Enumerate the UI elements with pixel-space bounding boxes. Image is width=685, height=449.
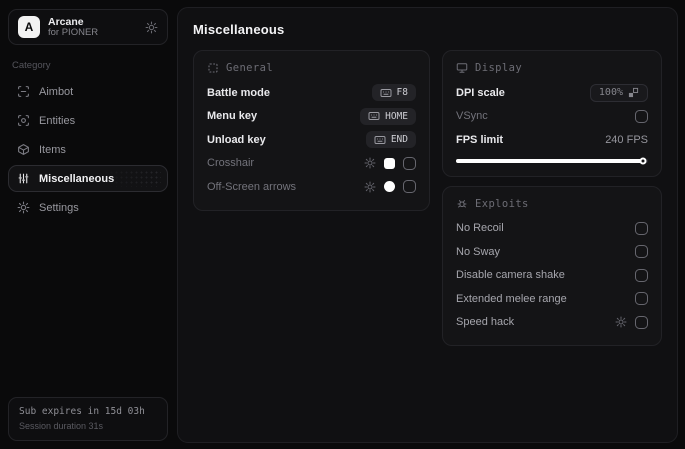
bug-icon (456, 198, 468, 210)
dpi-scale-label: DPI scale (456, 86, 505, 99)
box-select-icon (207, 62, 219, 74)
fps-limit-slider[interactable] (456, 157, 648, 164)
sidebar-item-label: Aimbot (39, 85, 74, 98)
sliders-icon (17, 172, 30, 185)
entity-scan-icon (17, 114, 30, 127)
main-panel: Miscellaneous General Battle mode F8 Men… (177, 7, 678, 443)
brand-card: A Arcane for PIONER (8, 9, 168, 45)
package-icon (17, 143, 30, 156)
scale-icon (628, 87, 639, 98)
brand-subtitle: for PIONER (48, 26, 99, 38)
display-card: Display DPI scale 100% VSync FPS limit 2… (442, 50, 662, 177)
fps-limit-label: FPS limit (456, 133, 504, 146)
extended-melee-range-checkbox[interactable] (635, 292, 648, 306)
menu-key-label: Menu key (207, 110, 258, 123)
crosshair-checkbox[interactable] (403, 156, 416, 170)
sidebar-item-label: Miscellaneous (39, 172, 115, 185)
speed-hack-settings-gear-icon[interactable] (615, 316, 627, 328)
crosshair-settings-gear-icon[interactable] (364, 157, 376, 169)
general-card: General Battle mode F8 Menu key HOME Unl… (193, 50, 430, 211)
sidebar-item-label: Entities (39, 114, 76, 127)
dpi-scale-row: DPI scale 100% (456, 81, 648, 105)
sidebar-item-entities[interactable]: Entities (8, 107, 168, 134)
dpi-scale-chip[interactable]: 100% (589, 83, 648, 102)
keyboard-icon (368, 111, 380, 121)
gear-icon[interactable] (145, 21, 158, 34)
crosshair-label: Crosshair (207, 157, 255, 170)
scan-icon (17, 85, 30, 98)
unload-key-label: Unload key (207, 133, 266, 146)
crosshair-row: Crosshair (207, 152, 416, 176)
no-recoil-label: No Recoil (456, 222, 504, 235)
fps-limit-row: FPS limit 240 FPS (456, 128, 648, 152)
crosshair-color-swatch[interactable] (384, 157, 395, 169)
sidebar-item-label: Items (39, 143, 66, 156)
battle-mode-keybind[interactable]: F8 (371, 84, 416, 102)
disable-camera-shake-label: Disable camera shake (456, 269, 565, 282)
category-label: Category (12, 60, 51, 71)
offscreen-arrows-row: Off-Screen arrows (207, 175, 416, 199)
sidebar: A Arcane for PIONER Category Aimbot Enti… (0, 0, 176, 449)
offscreen-arrows-label: Off-Screen arrows (207, 180, 297, 193)
no-recoil-checkbox[interactable] (635, 221, 648, 235)
sidebar-item-aimbot[interactable]: Aimbot (8, 78, 168, 105)
menu-key-row: Menu key HOME (207, 105, 416, 129)
exploits-card: Exploits No Recoil No Sway Disable camer… (442, 185, 662, 346)
keyboard-icon (380, 88, 392, 98)
unload-key-keybind[interactable]: END (365, 131, 416, 149)
subscription-status-card: Sub expires in 15d 03h Session duration … (8, 397, 168, 441)
general-card-title: General (226, 62, 274, 74)
page-title: Miscellaneous (193, 22, 285, 37)
speed-hack-row: Speed hack (456, 311, 648, 335)
exploits-card-title: Exploits (475, 197, 529, 210)
vsync-label: VSync (456, 110, 488, 123)
unload-key-row: Unload key END (207, 128, 416, 152)
disable-camera-shake-checkbox[interactable] (635, 268, 648, 282)
offscreen-arrows-checkbox[interactable] (403, 180, 416, 194)
session-duration-text: Session duration 31s (19, 420, 104, 431)
sidebar-item-miscellaneous[interactable]: Miscellaneous (8, 165, 168, 192)
sidebar-item-settings[interactable]: Settings (8, 194, 168, 221)
brand-name: Arcane (48, 15, 84, 28)
vsync-row: VSync (456, 105, 648, 129)
vsync-checkbox[interactable] (635, 109, 648, 123)
keyboard-icon (374, 135, 386, 145)
sidebar-item-label: Settings (39, 201, 79, 214)
category-nav: Aimbot Entities Items Miscellaneous Sett… (8, 78, 168, 221)
no-recoil-row: No Recoil (456, 217, 648, 241)
extended-melee-range-label: Extended melee range (456, 292, 567, 305)
no-sway-row: No Sway (456, 240, 648, 264)
speed-hack-checkbox[interactable] (635, 315, 648, 329)
battle-mode-row: Battle mode F8 (207, 81, 416, 105)
no-sway-checkbox[interactable] (635, 245, 648, 259)
offscreen-arrows-color-swatch[interactable] (384, 181, 395, 193)
battle-mode-label: Battle mode (207, 86, 270, 99)
fps-limit-value: 240 FPS (605, 133, 648, 146)
offscreen-arrows-settings-gear-icon[interactable] (364, 181, 376, 193)
slider-knob[interactable] (639, 157, 647, 164)
slider-fill (456, 158, 646, 163)
sidebar-item-items[interactable]: Items (8, 136, 168, 163)
extended-melee-range-row: Extended melee range (456, 287, 648, 311)
speed-hack-label: Speed hack (456, 316, 515, 329)
gear-icon (17, 201, 30, 214)
sub-expiry-text: Sub expires in 15d 03h (19, 406, 145, 418)
menu-key-keybind[interactable]: HOME (360, 107, 416, 125)
no-sway-label: No Sway (456, 245, 501, 258)
monitor-icon (456, 62, 468, 74)
display-card-title: Display (475, 62, 523, 74)
brand-logo: A (18, 16, 40, 38)
disable-camera-shake-row: Disable camera shake (456, 264, 648, 288)
